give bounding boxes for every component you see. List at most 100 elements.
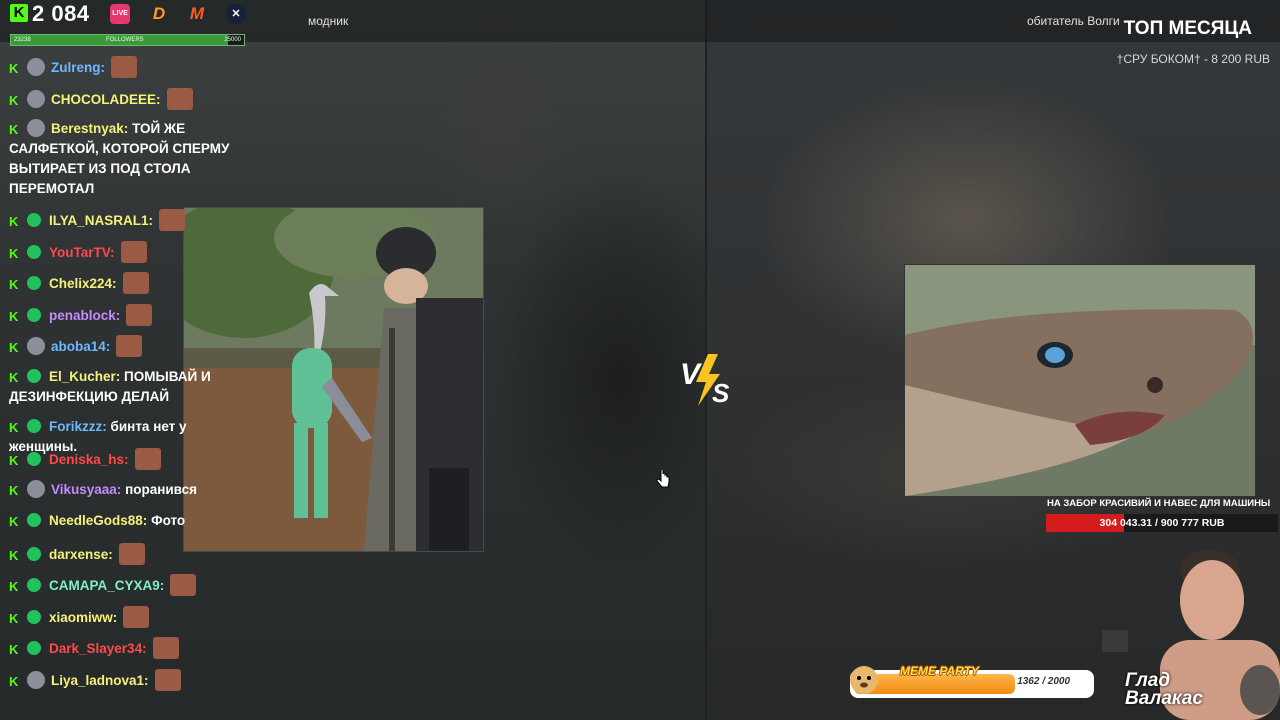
subscriber-badge-icon [27,513,41,527]
chat-username[interactable]: Vikusyaaa: [51,482,121,497]
kick-icon: K [10,4,28,22]
chat-username[interactable]: Liya_ladnova1: [51,673,149,688]
chat-emote [122,272,149,294]
chat-username[interactable]: ILYA_NASRAL1: [49,213,153,228]
chat-username[interactable]: CAMAPA_CYXA9: [49,578,164,593]
kick-badge-icon: K [9,579,19,594]
followers-goal-target: 25000 [224,37,241,43]
chat-message: K NeedleGods88: Фото [9,511,249,543]
kick-badge-icon: K [9,122,19,137]
mouse-cursor-icon [656,470,670,488]
subscriber-badge-icon [27,244,41,259]
kick-badge-icon: K [9,277,19,292]
subscriber-badge-icon [27,276,41,290]
donationalerts-icon: D [152,4,166,23]
followers-goal-bar: 23238 FOLLOWERS 25000 [10,34,245,46]
kick-badge-icon: K [9,92,19,108]
chat-username[interactable]: NeedleGods88: [49,513,147,528]
subscriber-badge-icon [27,609,41,624]
chat-message: K ILYA_NASRAL1: [9,209,249,241]
subscriber-badge-icon [27,368,41,383]
kick-badge-icon: K [9,369,19,385]
followers-goal-label: FOLLOWERS [106,37,144,43]
chat-emote [123,605,150,628]
meme-party-title: MEME PARTY [900,664,979,678]
chat-emote [166,87,193,110]
x-icon: ✕ [226,4,246,24]
right-media-image [904,264,1256,497]
memealerts-icon: M [189,4,205,23]
chat-username[interactable]: El_Kucher: [49,369,120,384]
chat-text: Фото [151,513,186,528]
kick-badge-icon: K [9,514,19,529]
followers-goal-current: 23238 [14,37,31,43]
chat-message: K Chelix224: [9,272,249,304]
chat-message: K El_Kucher: ПОМЫВАЙ И ДЕЗИНФЕКЦИЮ ДЕЛАЙ [9,367,249,417]
meme-party-bar: MEME PARTY 1362 / 2000 [850,664,1094,698]
chat-username[interactable]: Berestnyak: [51,121,128,136]
chat-message: K Forikzzz: бинта нет у женщины. [9,417,249,454]
chat-message: K Zulreng: [9,56,249,88]
chat-username[interactable]: Forikzzz: [49,419,107,434]
chat-emote [118,542,145,565]
chat-message: Kaboba14: [9,335,249,367]
chat-username[interactable]: YouTarTV: [49,245,115,260]
chat-message: K Liya_ladnova1: [9,668,249,701]
chat-message: Kxiaomiww: [9,605,249,638]
small-emote [1102,630,1128,652]
kick-badge-icon: K [9,547,19,563]
chat-emote [154,668,181,691]
top-donor: †СРУ БОКОМ† - 8 200 RUB [1116,52,1270,66]
chat-username[interactable]: Chelix224: [49,276,117,291]
chat-emote [116,335,143,357]
live-icon: LIVE [110,4,130,24]
chat-message: K Dark_Slayer34: [9,637,249,669]
chat-username[interactable]: CHOCOLADEEE: [51,92,161,107]
shark-photo [905,265,1255,496]
kick-badge-icon: K [9,308,19,324]
chat-message: Kdarxense: [9,542,249,575]
chat-emote [170,574,197,596]
subscriber-badge-icon [27,578,41,592]
chat-username[interactable]: penablock: [49,308,120,323]
chat-username[interactable]: aboba14: [51,339,110,354]
kick-badge-icon: K [9,673,19,689]
chat-username[interactable]: darxense: [49,547,113,562]
user-avatar [27,337,45,355]
vs-s: S [712,378,730,408]
subscriber-badge-icon [27,213,41,227]
kick-badge-icon: K [9,61,19,76]
subscriber-badge-icon [27,418,41,433]
chat-emote [134,448,161,470]
chat-text: поранився [125,481,198,497]
streamer-name: Глад Валакас [1125,670,1203,709]
chat-username[interactable]: Zulreng: [51,60,105,75]
chat-username[interactable]: Deniska_hs: [49,452,129,467]
chat-username[interactable]: Dark_Slayer34: [49,641,147,656]
kick-badge-icon: K [9,642,19,657]
kick-badge-icon: K [9,453,19,468]
donation-goal-title: НА ЗАБОР КРАСИВИЙ И НАВЕС ДЛЯ МАШИНЫ [1047,498,1271,509]
kick-badge-icon: K [9,610,19,626]
right-stream-name: обитатель Волги [1027,14,1120,28]
user-avatar [27,89,45,108]
subscriber-badge-icon [27,546,41,561]
chat-emote [120,240,147,263]
chat-emote [159,209,186,231]
chat-list: K Zulreng: K CHOCOLADEEE: K Berestnyak: ТОЙ Ж… [9,56,249,700]
kick-badge-icon: K [9,482,19,498]
chat-message: K Vikusyaaa: поранився [9,479,249,512]
user-avatar [27,58,45,76]
subscriber-badge-icon [27,307,41,322]
chat-message: K YouTarTV: [9,240,249,273]
subscriber-badge-icon [27,641,41,655]
kick-badge-icon: K [9,419,19,435]
chat-username[interactable]: xiaomiww: [49,610,117,625]
chat-emote [126,303,153,326]
left-stream-name: модник [308,14,349,28]
doge-icon [850,666,878,694]
vs-logo: V S [680,354,730,408]
followers-count: 2 084 [32,1,90,26]
chat-message: K Berestnyak: ТОЙ ЖЕ САЛФЕТКОЙ, КОТОРОЙ С… [9,119,249,209]
user-avatar [27,670,45,689]
